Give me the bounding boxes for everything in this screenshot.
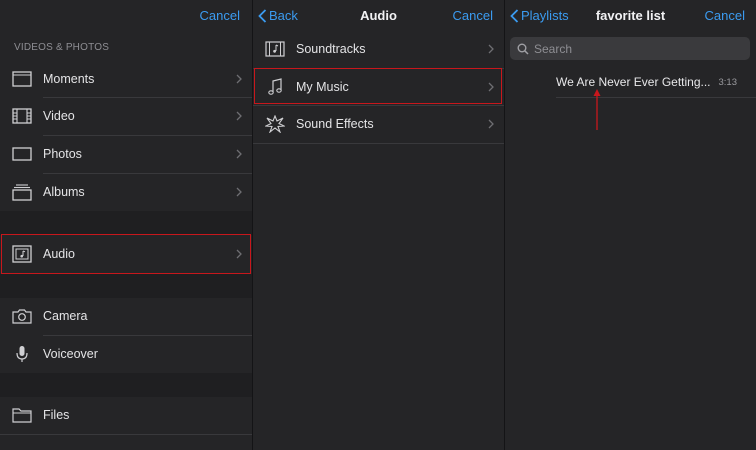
- sidebar-item-video[interactable]: Video: [0, 97, 252, 135]
- sidebar-item-moments[interactable]: Moments: [0, 60, 252, 98]
- sidebar-item-label: Photos: [43, 147, 82, 161]
- search-input[interactable]: [534, 41, 734, 56]
- back-button[interactable]: Back: [258, 8, 298, 23]
- audio-item-my-music[interactable]: My Music: [253, 68, 504, 106]
- chevron-right-icon: [236, 149, 242, 159]
- sidebar-item-audio[interactable]: Audio: [0, 235, 252, 273]
- chevron-left-icon: [258, 8, 267, 23]
- chevron-right-icon: [488, 82, 494, 92]
- sidebar-item-label: Albums: [43, 185, 85, 199]
- moments-icon: [12, 69, 32, 89]
- right-cancel-button[interactable]: Cancel: [705, 8, 745, 23]
- audio-item-label: Soundtracks: [296, 42, 366, 56]
- back-button-label: Playlists: [521, 8, 569, 23]
- song-row[interactable]: We Are Never Ever Getting... 3:13: [505, 68, 756, 96]
- chevron-right-icon: [488, 119, 494, 129]
- sidebar-item-label: Camera: [43, 309, 88, 323]
- media-browser-panel: Cancel VIDEOS & PHOTOS Moments Video Pho…: [0, 0, 252, 450]
- song-duration: 3:13: [718, 77, 738, 88]
- folder-icon: [12, 405, 32, 425]
- search-bar[interactable]: [510, 37, 750, 60]
- sidebar-item-label: Files: [43, 408, 70, 422]
- sidebar-item-camera[interactable]: Camera: [0, 297, 252, 335]
- chevron-right-icon: [236, 187, 242, 197]
- song-title: We Are Never Ever Getting...: [556, 75, 711, 89]
- middle-cancel-button[interactable]: Cancel: [453, 8, 493, 23]
- chevron-right-icon: [236, 111, 242, 121]
- search-icon: [517, 43, 529, 55]
- playlists-back-button[interactable]: Playlists: [510, 8, 569, 23]
- sidebar-item-label: Moments: [43, 72, 95, 86]
- sound-effects-icon: [265, 114, 285, 134]
- left-cancel-button[interactable]: Cancel: [200, 8, 240, 23]
- middle-navbar: Audio Back Cancel: [253, 0, 504, 30]
- albums-icon: [12, 182, 32, 202]
- audio-item-label: My Music: [296, 80, 349, 94]
- film-icon: [12, 106, 32, 126]
- playlist-panel: favorite list Playlists Cancel We Are Ne…: [505, 0, 756, 450]
- red-arrow-annotation: [593, 89, 601, 130]
- sidebar-item-label: Audio: [43, 247, 75, 261]
- back-button-label: Back: [269, 8, 298, 23]
- camera-icon: [12, 306, 32, 326]
- sidebar-item-voiceover[interactable]: Voiceover: [0, 335, 252, 373]
- audio-icon: [12, 244, 32, 264]
- photo-icon: [12, 144, 32, 164]
- microphone-icon: [12, 344, 32, 364]
- audio-item-soundtracks[interactable]: Soundtracks: [253, 30, 504, 68]
- audio-panel: Audio Back Cancel Soundtracks My Music S…: [253, 0, 504, 450]
- sidebar-item-label: Video: [43, 109, 75, 123]
- audio-item-label: Sound Effects: [296, 117, 374, 131]
- sidebar-item-albums[interactable]: Albums: [0, 173, 252, 211]
- right-navbar: favorite list Playlists Cancel: [505, 0, 756, 30]
- chevron-right-icon: [236, 249, 242, 259]
- chevron-right-icon: [236, 74, 242, 84]
- sidebar-item-label: Voiceover: [43, 347, 98, 361]
- soundtrack-icon: [265, 39, 285, 59]
- sidebar-item-photos[interactable]: Photos: [0, 135, 252, 173]
- sidebar-item-files[interactable]: Files: [0, 396, 252, 434]
- videos-photos-section-header: VIDEOS & PHOTOS: [14, 42, 110, 53]
- audio-item-sound-effects[interactable]: Sound Effects: [253, 105, 504, 143]
- chevron-right-icon: [488, 44, 494, 54]
- music-note-icon: [265, 77, 285, 97]
- chevron-left-icon: [510, 8, 519, 23]
- left-navbar: Cancel: [0, 0, 252, 30]
